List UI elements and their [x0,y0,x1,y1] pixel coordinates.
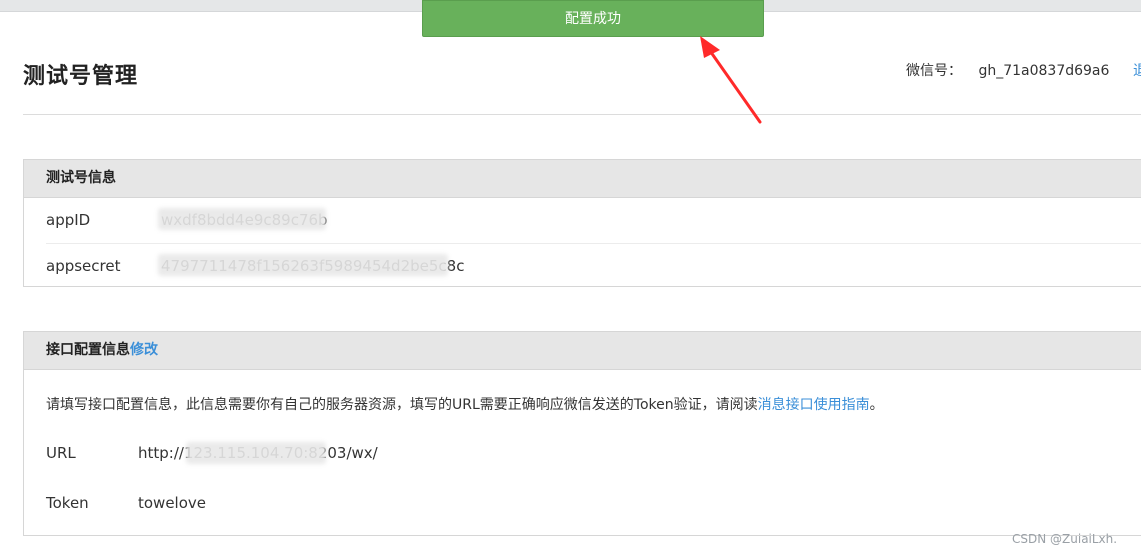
red-arrow-annotation [700,36,762,124]
arrow-head [700,36,720,58]
arrow-shaft [706,46,762,124]
watermark: CSDN @ZuiaiLxh. [1012,532,1118,546]
